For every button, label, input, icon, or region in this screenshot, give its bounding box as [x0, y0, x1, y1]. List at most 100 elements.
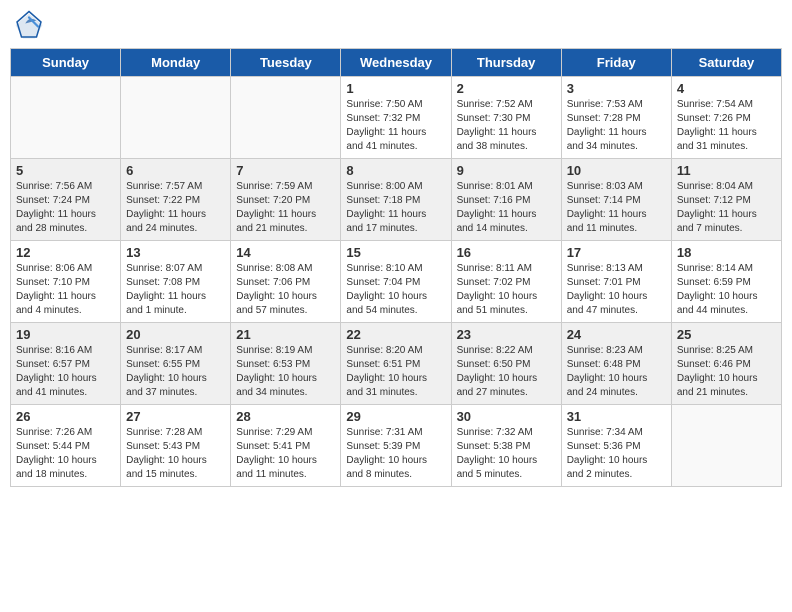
calendar-cell: 9 Sunrise: 8:01 AM Sunset: 7:16 PM Daylig…: [451, 159, 561, 241]
day-number: 20: [126, 327, 225, 342]
day-info: Sunrise: 8:13 AM Sunset: 7:01 PM Dayligh…: [567, 262, 666, 318]
day-info: Sunrise: 8:04 AM Sunset: 7:12 PM Dayligh…: [677, 180, 776, 236]
day-info: Sunrise: 7:32 AM Sunset: 5:38 PM Dayligh…: [457, 426, 556, 482]
day-info: Sunrise: 8:10 AM Sunset: 7:04 PM Dayligh…: [346, 262, 445, 318]
weekday-header-saturday: Saturday: [671, 49, 781, 77]
logo: [14, 10, 48, 40]
day-info: Sunrise: 8:06 AM Sunset: 7:10 PM Dayligh…: [16, 262, 115, 318]
day-number: 26: [16, 409, 115, 424]
day-info: Sunrise: 8:17 AM Sunset: 6:55 PM Dayligh…: [126, 344, 225, 400]
calendar-cell: 31 Sunrise: 7:34 AM Sunset: 5:36 PM Dayli…: [561, 405, 671, 487]
calendar-cell: 27 Sunrise: 7:28 AM Sunset: 5:43 PM Dayli…: [121, 405, 231, 487]
day-number: 2: [457, 81, 556, 96]
calendar-cell: 11 Sunrise: 8:04 AM Sunset: 7:12 PM Dayli…: [671, 159, 781, 241]
day-number: 7: [236, 163, 335, 178]
day-number: 11: [677, 163, 776, 178]
day-info: Sunrise: 7:53 AM Sunset: 7:28 PM Dayligh…: [567, 98, 666, 154]
day-info: Sunrise: 8:22 AM Sunset: 6:50 PM Dayligh…: [457, 344, 556, 400]
calendar-cell: 26Sunrise: 7:26 AM Sunset: 5:44 PM Dayli…: [11, 405, 121, 487]
day-number: 23: [457, 327, 556, 342]
day-info: Sunrise: 8:16 AM Sunset: 6:57 PM Dayligh…: [16, 344, 115, 400]
calendar-cell: 16 Sunrise: 8:11 AM Sunset: 7:02 PM Dayli…: [451, 241, 561, 323]
weekday-header-friday: Friday: [561, 49, 671, 77]
day-info: Sunrise: 8:08 AM Sunset: 7:06 PM Dayligh…: [236, 262, 335, 318]
calendar-cell: 2 Sunrise: 7:52 AM Sunset: 7:30 PM Daylig…: [451, 77, 561, 159]
week-row-4: 19 Sunrise: 8:16 AM Sunset: 6:57 PM Dayli…: [11, 323, 782, 405]
day-number: 3: [567, 81, 666, 96]
day-info: Sunrise: 8:03 AM Sunset: 7:14 PM Dayligh…: [567, 180, 666, 236]
calendar-cell: 10 Sunrise: 8:03 AM Sunset: 7:14 PM Dayli…: [561, 159, 671, 241]
week-row-5: 26Sunrise: 7:26 AM Sunset: 5:44 PM Dayli…: [11, 405, 782, 487]
day-number: 28: [236, 409, 335, 424]
day-number: 10: [567, 163, 666, 178]
day-info: Sunrise: 8:01 AM Sunset: 7:16 PM Dayligh…: [457, 180, 556, 236]
day-number: 5: [16, 163, 115, 178]
day-number: 30: [457, 409, 556, 424]
day-number: 24: [567, 327, 666, 342]
day-info: Sunrise: 7:57 AM Sunset: 7:22 PM Dayligh…: [126, 180, 225, 236]
calendar-cell: 12 Sunrise: 8:06 AM Sunset: 7:10 PM Dayli…: [11, 241, 121, 323]
day-number: 6: [126, 163, 225, 178]
calendar-cell: 5 Sunrise: 7:56 AM Sunset: 7:24 PM Daylig…: [11, 159, 121, 241]
weekday-header-thursday: Thursday: [451, 49, 561, 77]
day-number: 4: [677, 81, 776, 96]
calendar-cell: 29 Sunrise: 7:31 AM Sunset: 5:39 PM Dayli…: [341, 405, 451, 487]
day-number: 31: [567, 409, 666, 424]
calendar-cell: [121, 77, 231, 159]
calendar-cell: 20 Sunrise: 8:17 AM Sunset: 6:55 PM Dayli…: [121, 323, 231, 405]
calendar-cell: [671, 405, 781, 487]
day-info: Sunrise: 7:52 AM Sunset: 7:30 PM Dayligh…: [457, 98, 556, 154]
weekday-header-monday: Monday: [121, 49, 231, 77]
week-row-1: 1Sunrise: 7:50 AM Sunset: 7:32 PM Daylig…: [11, 77, 782, 159]
day-number: 19: [16, 327, 115, 342]
calendar-cell: 4Sunrise: 7:54 AM Sunset: 7:26 PM Daylig…: [671, 77, 781, 159]
header: [10, 10, 782, 40]
calendar-cell: 24 Sunrise: 8:23 AM Sunset: 6:48 PM Dayli…: [561, 323, 671, 405]
day-number: 14: [236, 245, 335, 260]
calendar-cell: 17 Sunrise: 8:13 AM Sunset: 7:01 PM Dayli…: [561, 241, 671, 323]
day-info: Sunrise: 8:19 AM Sunset: 6:53 PM Dayligh…: [236, 344, 335, 400]
calendar-cell: 28 Sunrise: 7:29 AM Sunset: 5:41 PM Dayli…: [231, 405, 341, 487]
day-info: Sunrise: 7:34 AM Sunset: 5:36 PM Dayligh…: [567, 426, 666, 482]
weekday-header-row: SundayMondayTuesdayWednesdayThursdayFrid…: [11, 49, 782, 77]
weekday-header-tuesday: Tuesday: [231, 49, 341, 77]
calendar-cell: 30 Sunrise: 7:32 AM Sunset: 5:38 PM Dayli…: [451, 405, 561, 487]
day-info: Sunrise: 8:11 AM Sunset: 7:02 PM Dayligh…: [457, 262, 556, 318]
day-number: 9: [457, 163, 556, 178]
logo-icon: [14, 10, 44, 40]
day-info: Sunrise: 8:14 AM Sunset: 6:59 PM Dayligh…: [677, 262, 776, 318]
calendar-cell: 19 Sunrise: 8:16 AM Sunset: 6:57 PM Dayli…: [11, 323, 121, 405]
calendar-cell: 21Sunrise: 8:19 AM Sunset: 6:53 PM Dayli…: [231, 323, 341, 405]
day-number: 17: [567, 245, 666, 260]
day-number: 27: [126, 409, 225, 424]
calendar-cell: 25 Sunrise: 8:25 AM Sunset: 6:46 PM Dayli…: [671, 323, 781, 405]
day-number: 15: [346, 245, 445, 260]
day-info: Sunrise: 8:20 AM Sunset: 6:51 PM Dayligh…: [346, 344, 445, 400]
calendar-cell: 8Sunrise: 8:00 AM Sunset: 7:18 PM Daylig…: [341, 159, 451, 241]
calendar-cell: 14 Sunrise: 8:08 AM Sunset: 7:06 PM Dayli…: [231, 241, 341, 323]
calendar-cell: 13 Sunrise: 8:07 AM Sunset: 7:08 PM Dayli…: [121, 241, 231, 323]
day-info: Sunrise: 7:28 AM Sunset: 5:43 PM Dayligh…: [126, 426, 225, 482]
calendar-cell: [11, 77, 121, 159]
day-info: Sunrise: 8:00 AM Sunset: 7:18 PM Dayligh…: [346, 180, 445, 236]
day-number: 29: [346, 409, 445, 424]
calendar-cell: 1Sunrise: 7:50 AM Sunset: 7:32 PM Daylig…: [341, 77, 451, 159]
day-number: 1: [346, 81, 445, 96]
day-number: 18: [677, 245, 776, 260]
day-number: 13: [126, 245, 225, 260]
day-info: Sunrise: 7:56 AM Sunset: 7:24 PM Dayligh…: [16, 180, 115, 236]
calendar-cell: 15 Sunrise: 8:10 AM Sunset: 7:04 PM Dayli…: [341, 241, 451, 323]
day-info: Sunrise: 7:59 AM Sunset: 7:20 PM Dayligh…: [236, 180, 335, 236]
day-info: Sunrise: 7:29 AM Sunset: 5:41 PM Dayligh…: [236, 426, 335, 482]
calendar-cell: [231, 77, 341, 159]
day-info: Sunrise: 8:25 AM Sunset: 6:46 PM Dayligh…: [677, 344, 776, 400]
day-info: Sunrise: 8:23 AM Sunset: 6:48 PM Dayligh…: [567, 344, 666, 400]
calendar-cell: 6 Sunrise: 7:57 AM Sunset: 7:22 PM Daylig…: [121, 159, 231, 241]
day-number: 22: [346, 327, 445, 342]
day-number: 12: [16, 245, 115, 260]
day-number: 25: [677, 327, 776, 342]
day-info: Sunrise: 7:31 AM Sunset: 5:39 PM Dayligh…: [346, 426, 445, 482]
day-number: 16: [457, 245, 556, 260]
calendar: SundayMondayTuesdayWednesdayThursdayFrid…: [10, 48, 782, 487]
day-info: Sunrise: 8:07 AM Sunset: 7:08 PM Dayligh…: [126, 262, 225, 318]
